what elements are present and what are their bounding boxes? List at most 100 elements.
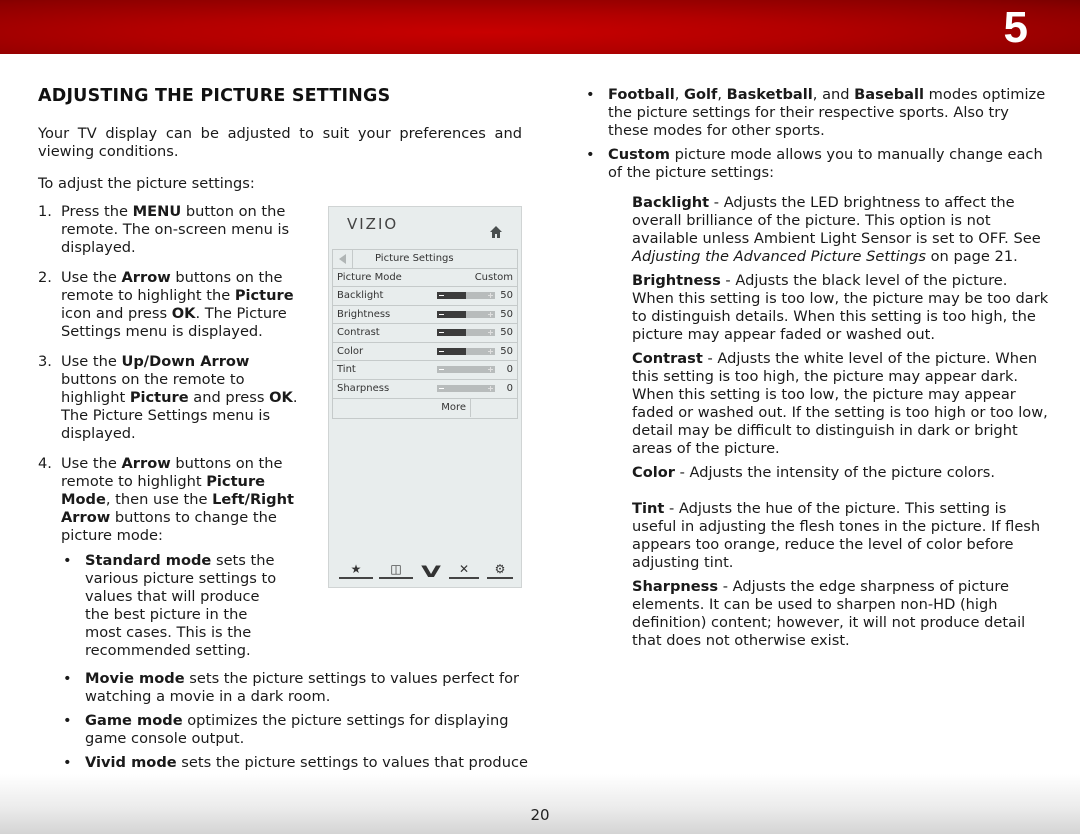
plus-icon xyxy=(490,293,491,298)
minus-icon xyxy=(439,313,444,315)
menu-row-contrast[interactable]: Contrast 50 xyxy=(333,324,517,343)
menu-header-row: Picture Settings xyxy=(333,250,517,269)
step-number: 2. xyxy=(38,269,52,286)
step-number: 4. xyxy=(38,455,52,472)
sports-custom-list: Football, Golf, Basketball, and Baseball… xyxy=(584,86,1054,188)
menu-row-color[interactable]: Color 50 xyxy=(333,343,517,361)
text-run: , then use the xyxy=(105,491,213,508)
mode-item: Game mode optimizes the picture settings… xyxy=(61,712,531,748)
text-run: picture mode allows you to manually chan… xyxy=(608,146,1043,181)
plus-icon xyxy=(490,311,491,317)
text-run: - Adjusts the hue of the picture. This s… xyxy=(632,500,1041,571)
step-item: 2. Use the Arrow buttons on the remote to… xyxy=(38,269,308,341)
text-run: on page 21. xyxy=(925,248,1018,265)
wide-button[interactable]: ◫ xyxy=(379,559,413,579)
value-slider[interactable] xyxy=(437,329,495,336)
definition-contrast: Contrast - Adjusts the white level of th… xyxy=(632,350,1052,458)
step-item: 1. Press the MENU button on the remote. T… xyxy=(38,203,308,257)
bold-term: Movie mode xyxy=(85,670,185,687)
bold-term: OK xyxy=(269,389,293,406)
chapter-number: 5 xyxy=(1003,3,1028,52)
bold-term: OK xyxy=(171,305,196,322)
row-value: 50 xyxy=(500,308,513,320)
close-button[interactable]: ✕ xyxy=(449,559,479,579)
page-number: 20 xyxy=(530,806,550,824)
mode-item: Football, Golf, Basketball, and Baseball… xyxy=(584,86,1054,140)
plus-icon xyxy=(490,367,491,372)
row-value: 50 xyxy=(500,327,513,338)
bold-term: Up/Down Arrow xyxy=(121,353,250,370)
cross-reference: Adjusting the Advanced Picture Settings xyxy=(632,248,926,265)
bold-term: Picture xyxy=(234,287,294,304)
definition-color: Color - Adjusts the intensity of the pic… xyxy=(632,464,1052,482)
menu-row-picture-mode[interactable]: Picture Mode Custom xyxy=(333,269,517,287)
plus-icon xyxy=(490,348,491,354)
menu-row-tint[interactable]: Tint 0 xyxy=(333,361,517,380)
settings-definitions: Backlight - Adjusts the LED brightness t… xyxy=(632,194,1052,656)
text-run: - Adjusts the intensity of the picture c… xyxy=(674,464,995,481)
settings-gear-button[interactable]: ⚙ xyxy=(487,559,513,579)
text-run: Press the xyxy=(61,203,133,220)
bold-term: Basketball xyxy=(726,86,813,103)
mode-item: Movie mode sets the picture settings to … xyxy=(61,670,531,706)
minus-icon xyxy=(439,295,444,296)
step-item: 3. Use the Up/Down Arrow buttons on the r… xyxy=(38,353,308,443)
menu-row-brightness[interactable]: Brightness 50 xyxy=(333,306,517,324)
minus-icon xyxy=(439,332,444,333)
bold-term: Brightness xyxy=(632,272,721,289)
row-label: Picture Mode xyxy=(337,271,402,283)
step-number: 3. xyxy=(38,353,52,370)
bold-term: Game mode xyxy=(85,712,183,729)
intro-paragraph: Your TV display can be adjusted to suit … xyxy=(38,125,522,160)
value-slider[interactable] xyxy=(437,347,495,355)
value-slider[interactable] xyxy=(437,384,495,392)
close-icon: ✕ xyxy=(458,562,470,576)
wide-icon: ◫ xyxy=(390,562,402,576)
underline xyxy=(449,577,479,579)
bold-term: Vivid mode xyxy=(85,754,177,771)
section-title: ADJUSTING THE PICTURE SETTINGS xyxy=(38,86,391,106)
vizio-v-button[interactable]: V xyxy=(419,559,443,580)
bold-term: Baseball xyxy=(854,86,925,103)
menu-row-backlight[interactable]: Backlight 50 xyxy=(333,287,517,306)
picture-modes-list: Standard mode sets the various picture s… xyxy=(61,552,531,796)
value-slider[interactable] xyxy=(437,366,495,373)
minus-icon xyxy=(439,369,444,370)
more-button[interactable]: More xyxy=(333,399,471,417)
back-button[interactable] xyxy=(333,250,353,268)
text-run: Use the xyxy=(61,269,122,286)
bold-term: Contrast xyxy=(632,350,703,367)
text-run: icon and press xyxy=(61,305,172,322)
definition-brightness: Brightness - Adjusts the black level of … xyxy=(632,272,1052,344)
vizio-logo: VIZIO xyxy=(347,215,399,233)
definition-tint: Tint - Adjusts the hue of the picture. T… xyxy=(632,500,1052,572)
menu-row-more: More xyxy=(333,399,517,418)
steps-list: 1. Press the MENU button on the remote. T… xyxy=(38,203,308,557)
step-number: 1. xyxy=(38,203,52,220)
text-run: , and xyxy=(812,86,855,103)
tv-menu-screenshot: VIZIO Picture Settings Picture Mode Cust… xyxy=(328,206,522,588)
row-label: Tint xyxy=(337,364,356,375)
step-item: 4. Use the Arrow buttons on the remote to… xyxy=(38,455,308,545)
bold-term: Custom xyxy=(608,146,670,163)
bold-term: Picture xyxy=(129,389,189,406)
text-run: Use the xyxy=(61,353,122,370)
star-icon: ★ xyxy=(350,562,362,576)
text-run: , xyxy=(717,86,727,103)
value-slider[interactable] xyxy=(437,292,495,299)
value-slider[interactable] xyxy=(437,310,495,318)
settings-gear-icon: ⚙ xyxy=(494,562,506,576)
text-run: Use the xyxy=(61,455,122,472)
row-label: Color xyxy=(337,345,364,357)
bold-term: Arrow xyxy=(121,455,171,472)
underline xyxy=(487,577,513,579)
row-value: 50 xyxy=(500,345,513,357)
menu-row-sharpness[interactable]: Sharpness 0 xyxy=(333,380,517,399)
star-button[interactable]: ★ xyxy=(339,559,373,579)
home-icon xyxy=(490,226,502,238)
definition-sharpness: Sharpness - Adjusts the edge sharpness o… xyxy=(632,578,1052,650)
bold-term: Standard mode xyxy=(85,552,212,569)
row-value: 50 xyxy=(500,290,513,301)
row-label: Sharpness xyxy=(337,382,390,394)
row-value: 0 xyxy=(506,364,513,375)
